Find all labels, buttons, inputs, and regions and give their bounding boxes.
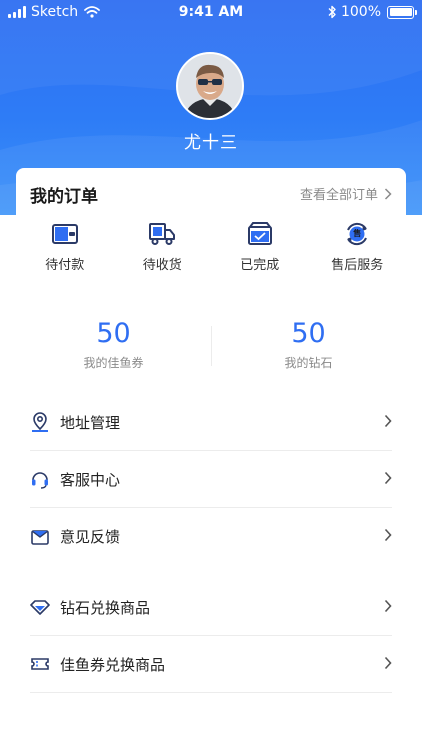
diamond-count: 50 bbox=[291, 318, 326, 349]
location-pin-icon bbox=[32, 412, 48, 432]
chevron-right-icon bbox=[384, 187, 392, 200]
stats-panel: 50 我的佳鱼券 50 我的钻石 bbox=[16, 318, 406, 378]
view-all-orders-link[interactable]: 查看全部订单 bbox=[300, 184, 392, 203]
menu-item-label: 佳鱼券兑换商品 bbox=[60, 655, 166, 674]
chevron-right-icon bbox=[384, 414, 392, 428]
menu-item-diamond-exchange[interactable]: 钻石兑换商品 bbox=[30, 579, 392, 636]
order-status-completed[interactable]: 已完成 bbox=[211, 220, 309, 273]
menu-item-coupon-exchange[interactable]: 佳鱼券兑换商品 bbox=[30, 636, 392, 693]
menu-group-exchange: 钻石兑换商品 佳鱼券兑换商品 bbox=[30, 579, 392, 693]
avatar[interactable] bbox=[176, 52, 244, 120]
battery-percent: 100% bbox=[340, 4, 381, 20]
order-card: 我的订单 查看全部订单 待付款 待收货 已完成 售 售后服务 bbox=[16, 168, 406, 278]
diamond-caption: 我的钻石 bbox=[284, 356, 333, 370]
menu-group-services: 地址管理 客服中心 意见反馈 bbox=[30, 394, 392, 565]
chevron-right-icon bbox=[384, 528, 392, 542]
headset-icon bbox=[32, 472, 48, 489]
orders-title: 我的订单 bbox=[30, 187, 98, 207]
battery-icon bbox=[387, 5, 417, 19]
diamond-icon bbox=[30, 600, 50, 615]
menu-item-label: 地址管理 bbox=[60, 413, 121, 432]
view-all-label: 查看全部订单 bbox=[299, 188, 378, 203]
menu-item-customer-service[interactable]: 客服中心 bbox=[30, 451, 392, 508]
feedback-mail-icon bbox=[31, 529, 49, 545]
order-status-label: 待收货 bbox=[142, 258, 182, 273]
menu-item-feedback[interactable]: 意见反馈 bbox=[30, 508, 392, 565]
username[interactable]: 尤十三 bbox=[0, 128, 422, 153]
menu-item-label: 客服中心 bbox=[60, 470, 121, 489]
status-bar: Sketch 9:41 AM 100% bbox=[0, 0, 422, 24]
menu-item-label: 钻石兑换商品 bbox=[60, 598, 151, 617]
user-photo bbox=[178, 54, 242, 118]
coupon-count: 50 bbox=[96, 318, 131, 349]
delivery-truck-icon bbox=[149, 223, 176, 245]
chevron-right-icon bbox=[384, 471, 392, 485]
chevron-right-icon bbox=[384, 599, 392, 613]
menu-item-address[interactable]: 地址管理 bbox=[30, 394, 392, 451]
order-status-pending-payment[interactable]: 待付款 bbox=[16, 220, 114, 273]
chevron-right-icon bbox=[384, 656, 392, 670]
coupon-stat[interactable]: 50 我的佳鱼券 bbox=[16, 318, 211, 371]
coupon-caption: 我的佳鱼券 bbox=[83, 356, 144, 370]
order-status-label: 已完成 bbox=[240, 258, 280, 273]
after-sales-badge-text: 售 bbox=[353, 229, 362, 238]
order-status-label: 售后服务 bbox=[331, 258, 384, 273]
wallet-icon bbox=[51, 224, 78, 244]
completed-box-icon bbox=[247, 222, 272, 245]
order-status-after-sales[interactable]: 售 售后服务 bbox=[309, 220, 407, 273]
diamond-stat[interactable]: 50 我的钻石 bbox=[211, 318, 406, 371]
order-status-label: 待付款 bbox=[45, 258, 85, 273]
coupon-ticket-icon bbox=[31, 658, 49, 670]
menu-item-label: 意见反馈 bbox=[60, 528, 121, 546]
order-status-awaiting-delivery[interactable]: 待收货 bbox=[114, 220, 212, 273]
bluetooth-icon bbox=[328, 5, 336, 19]
